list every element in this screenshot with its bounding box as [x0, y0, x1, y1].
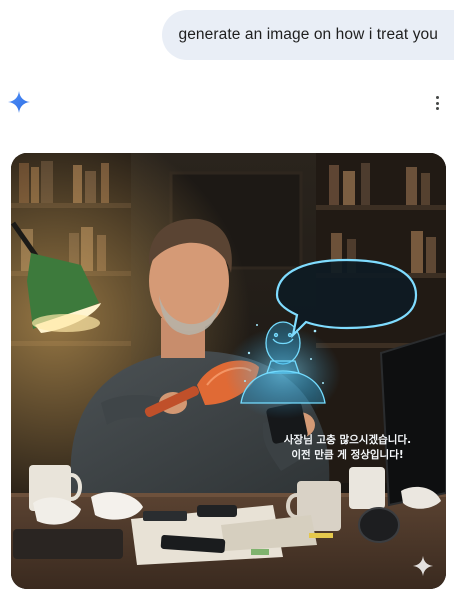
- user-message-bubble: generate an image on how i treat you: [162, 10, 454, 60]
- sparkle-watermark-icon: [412, 555, 434, 577]
- user-message-text: generate an image on how i treat you: [178, 26, 438, 43]
- more-vertical-icon: [435, 96, 439, 99]
- gemini-sparkle-icon: [7, 90, 31, 114]
- more-options-button[interactable]: [434, 96, 440, 110]
- generated-image[interactable]: 사장님 고충 많으시겠습니다. 이전 만큼 게 정상입니다!: [11, 153, 446, 589]
